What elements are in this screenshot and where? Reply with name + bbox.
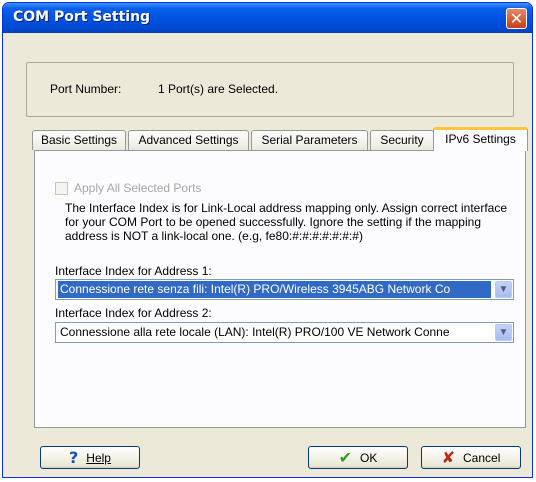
chevron-down-icon[interactable]: ▼ [495, 324, 512, 341]
address2-label: Interface Index for Address 2: [55, 306, 212, 320]
apply-all-ports-checkbox-row[interactable]: Apply All Selected Ports [55, 181, 201, 195]
tab-ipv6-settings[interactable]: IPv6 Settings [433, 127, 528, 151]
port-number-value: 1 Port(s) are Selected. [158, 82, 279, 96]
ok-button[interactable]: ✔ OK [308, 446, 408, 469]
close-icon: ✕ [509, 9, 524, 28]
cancel-button[interactable]: ✘ Cancel [421, 446, 521, 469]
ok-label: OK [360, 450, 378, 465]
address1-selected-value: Connessione rete senza fili: Intel(R) PR… [58, 281, 491, 298]
address2-selected-value: Connessione alla rete locale (LAN): Inte… [60, 325, 450, 339]
cancel-x-icon: ✘ [441, 448, 456, 467]
tab-advanced-settings[interactable]: Advanced Settings [128, 130, 249, 150]
dialog-body: Port Number: 1 Port(s) are Selected. Bas… [6, 33, 529, 474]
help-label: Help [86, 450, 111, 465]
interface-index-description: The Interface Index is for Link-Local ad… [65, 201, 508, 243]
tab-basic-settings[interactable]: Basic Settings [32, 130, 126, 150]
close-button[interactable]: ✕ [506, 8, 527, 29]
help-icon: ? [69, 448, 79, 467]
address2-interface-select[interactable]: Connessione alla rete locale (LAN): Inte… [55, 322, 514, 343]
cancel-label: Cancel [463, 450, 501, 465]
com-port-setting-window: COM Port Setting ✕ Port Number: 1 Port(s… [2, 2, 533, 478]
ipv6-settings-panel: Apply All Selected Ports The Interface I… [34, 150, 526, 428]
tab-serial-parameters[interactable]: Serial Parameters [251, 130, 368, 150]
apply-all-ports-label: Apply All Selected Ports [74, 181, 202, 195]
apply-all-ports-checkbox[interactable] [55, 181, 68, 195]
port-number-label: Port Number: [50, 82, 122, 96]
address1-interface-select[interactable]: Connessione rete senza fili: Intel(R) PR… [55, 279, 514, 300]
chevron-down-icon[interactable]: ▼ [495, 281, 512, 298]
port-number-group: Port Number: 1 Port(s) are Selected. [26, 62, 514, 117]
help-button[interactable]: ? Help [40, 446, 140, 469]
title-bar[interactable]: COM Port Setting ✕ [3, 3, 532, 33]
address1-label: Interface Index for Address 1: [55, 264, 212, 278]
checkmark-icon: ✔ [338, 448, 353, 467]
window-title: COM Port Setting [13, 9, 151, 25]
tab-security[interactable]: Security [370, 130, 434, 150]
